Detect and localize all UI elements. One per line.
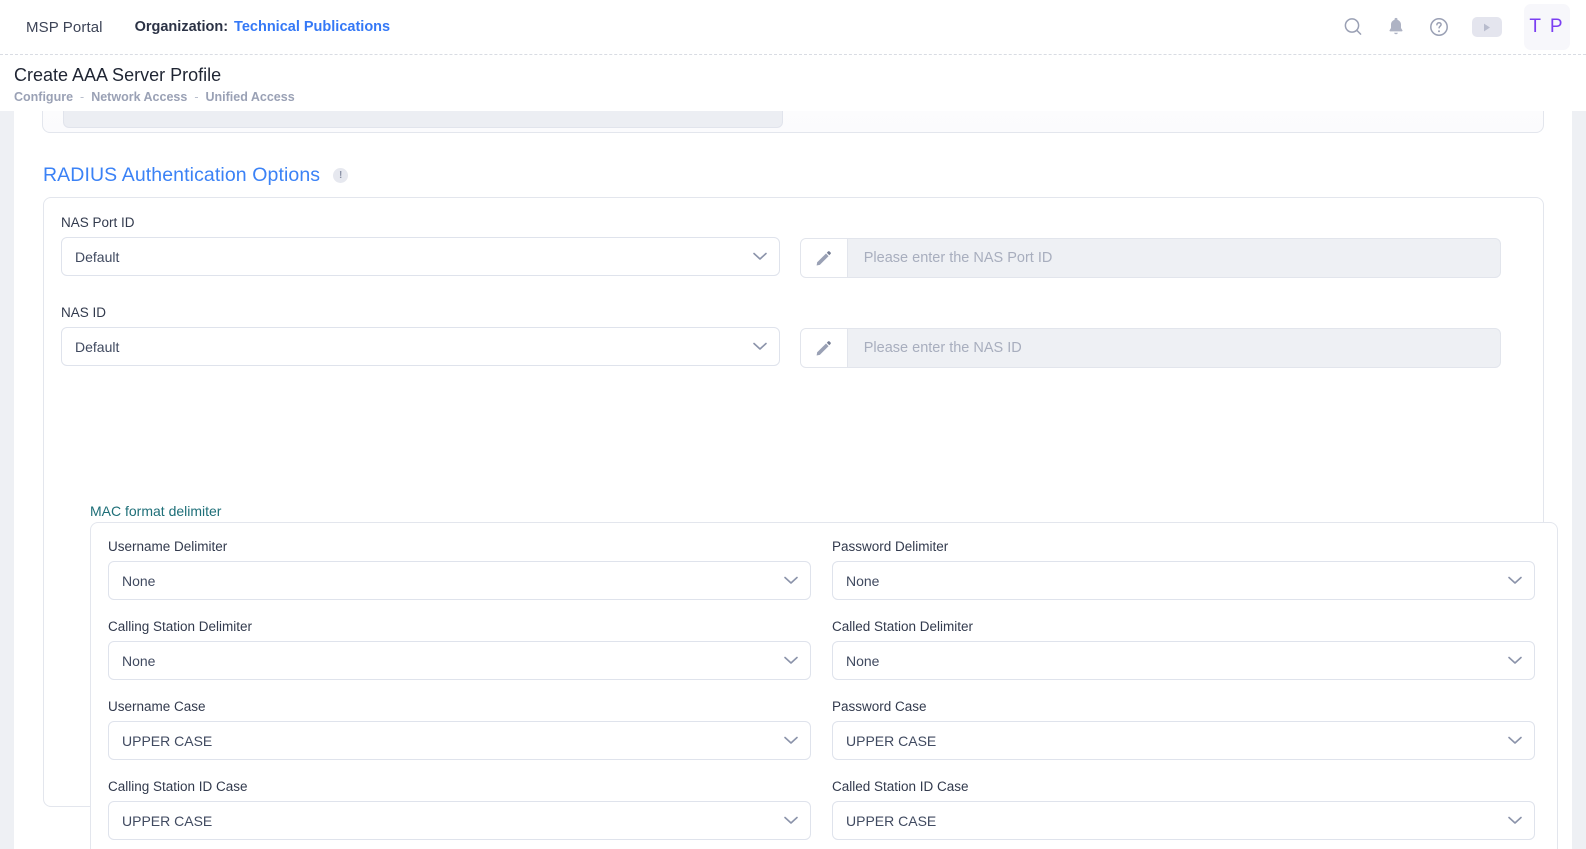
organization-selector[interactable]: Organization: Technical Publications	[135, 19, 391, 35]
calling-station-id-case-select[interactable]: UPPER CASE	[108, 801, 811, 840]
called-station-delimiter-field: Called Station Delimiter None	[832, 619, 1535, 699]
help-icon[interactable]	[1428, 16, 1450, 38]
nas-id-input-wrap: Please enter the NAS ID	[799, 305, 1501, 368]
chevron-down-icon	[752, 338, 767, 356]
called-station-delimiter-label: Called Station Delimiter	[832, 619, 974, 634]
previous-section-card	[42, 111, 1544, 133]
radius-options-card: NAS Port ID Default Please enter the NAS…	[43, 197, 1558, 849]
password-case-value: UPPER CASE	[846, 732, 937, 749]
password-delimiter-label: Password Delimiter	[832, 539, 949, 554]
nas-id-select[interactable]: Default	[61, 327, 780, 366]
chevron-down-icon	[1508, 652, 1522, 670]
password-delimiter-value: None	[846, 572, 880, 589]
top-navigation-bar: MSP Portal Organization: Technical Publi…	[0, 0, 1586, 55]
called-station-id-case-label: Called Station ID Case	[832, 779, 969, 794]
calling-station-id-case-label: Calling Station ID Case	[108, 779, 248, 794]
breadcrumb-separator: -	[80, 90, 85, 104]
called-station-id-case-select[interactable]: UPPER CASE	[832, 801, 1535, 840]
nas-id-field: NAS ID Default	[61, 305, 780, 368]
chevron-down-icon	[1508, 572, 1522, 590]
password-case-field: Password Case UPPER CASE	[832, 699, 1535, 779]
avatar[interactable]: T P	[1524, 4, 1570, 50]
called-station-id-case-value: UPPER CASE	[846, 812, 937, 829]
username-delimiter-label: Username Delimiter	[108, 539, 228, 554]
chevron-down-icon	[1508, 812, 1522, 830]
chevron-down-icon	[784, 732, 798, 750]
username-delimiter-value: None	[122, 572, 156, 589]
nas-port-id-input-group[interactable]: Please enter the NAS Port ID	[799, 238, 1501, 278]
play-icon[interactable]	[1472, 17, 1502, 37]
username-case-field: Username Case UPPER CASE	[108, 699, 811, 779]
password-delimiter-select[interactable]: None	[832, 561, 1535, 600]
username-case-label: Username Case	[108, 699, 206, 714]
password-case-select[interactable]: UPPER CASE	[832, 721, 1535, 760]
page-title: Create AAA Server Profile	[14, 65, 222, 85]
chevron-down-icon	[784, 812, 798, 830]
breadcrumb-item-network-access[interactable]: Network Access	[91, 90, 187, 104]
nas-id-row: NAS ID Default Please enter the NAS ID	[61, 305, 1501, 368]
calling-station-id-case-field: Calling Station ID Case UPPER CASE	[108, 779, 811, 849]
calling-station-id-case-value: UPPER CASE	[122, 812, 213, 829]
username-delimiter-field: Username Delimiter None	[108, 539, 811, 619]
breadcrumb-item-configure[interactable]: Configure	[14, 90, 73, 104]
nas-id-label: NAS ID	[61, 305, 107, 320]
nas-port-id-input-wrap: Please enter the NAS Port ID	[799, 215, 1501, 278]
pencil-icon[interactable]	[800, 329, 848, 367]
organization-name[interactable]: Technical Publications	[234, 19, 390, 35]
username-case-select[interactable]: UPPER CASE	[108, 721, 811, 760]
called-station-id-case-field: Called Station ID Case UPPER CASE	[832, 779, 1535, 849]
breadcrumb-separator: -	[194, 90, 199, 104]
app-brand-label: MSP Portal	[26, 18, 103, 36]
pencil-icon[interactable]	[800, 239, 848, 277]
mac-format-delimiter-label: MAC format delimiter	[90, 503, 222, 519]
chevron-down-icon	[1508, 732, 1522, 750]
password-case-label: Password Case	[832, 699, 927, 714]
info-icon[interactable]: !	[333, 168, 349, 183]
nas-port-id-row: NAS Port ID Default Please enter the NAS…	[61, 215, 1501, 278]
calling-station-delimiter-select[interactable]: None	[108, 641, 811, 680]
nas-id-value: Default	[75, 338, 120, 355]
password-delimiter-field: Password Delimiter None	[832, 539, 1535, 619]
calling-station-delimiter-label: Calling Station Delimiter	[108, 619, 253, 634]
search-icon[interactable]	[1342, 16, 1364, 38]
nas-port-id-field: NAS Port ID Default	[61, 215, 780, 278]
nas-port-id-select[interactable]: Default	[61, 237, 780, 276]
chevron-down-icon	[784, 572, 798, 590]
breadcrumb-item-unified-access[interactable]: Unified Access	[206, 90, 295, 104]
chevron-down-icon	[784, 652, 798, 670]
calling-station-delimiter-value: None	[122, 652, 156, 669]
username-delimiter-select[interactable]: None	[108, 561, 811, 600]
breadcrumb: Configure - Network Access - Unified Acc…	[14, 90, 1586, 104]
bell-icon[interactable]	[1386, 17, 1406, 38]
username-case-value: UPPER CASE	[122, 732, 213, 749]
nas-id-input[interactable]: Please enter the NAS ID	[848, 329, 1500, 367]
nas-port-id-value: Default	[75, 248, 120, 265]
called-station-delimiter-select[interactable]: None	[832, 641, 1535, 680]
organization-label: Organization:	[134, 19, 229, 35]
called-station-delimiter-value: None	[846, 652, 880, 669]
topbar-actions: T P	[1342, 4, 1586, 50]
nas-port-id-input[interactable]: Please enter the NAS Port ID	[848, 239, 1500, 277]
mac-format-delimiter-card: Username Delimiter None Password Delimit…	[90, 522, 1558, 849]
nas-port-id-label: NAS Port ID	[61, 215, 135, 230]
previous-section-input[interactable]	[63, 111, 783, 128]
form-scroll-area[interactable]: RADIUS Authentication Options ! NAS Port…	[14, 111, 1572, 849]
radius-authentication-options-header: RADIUS Authentication Options !	[43, 164, 349, 187]
calling-station-delimiter-field: Calling Station Delimiter None	[108, 619, 811, 699]
nas-id-input-group[interactable]: Please enter the NAS ID	[799, 328, 1501, 368]
chevron-down-icon	[752, 248, 767, 266]
mac-delimiter-grid: Username Delimiter None Password Delimit…	[108, 539, 1542, 849]
page-header: Create AAA Server Profile Configure - Ne…	[0, 55, 1586, 111]
section-title: RADIUS Authentication Options	[43, 164, 321, 186]
